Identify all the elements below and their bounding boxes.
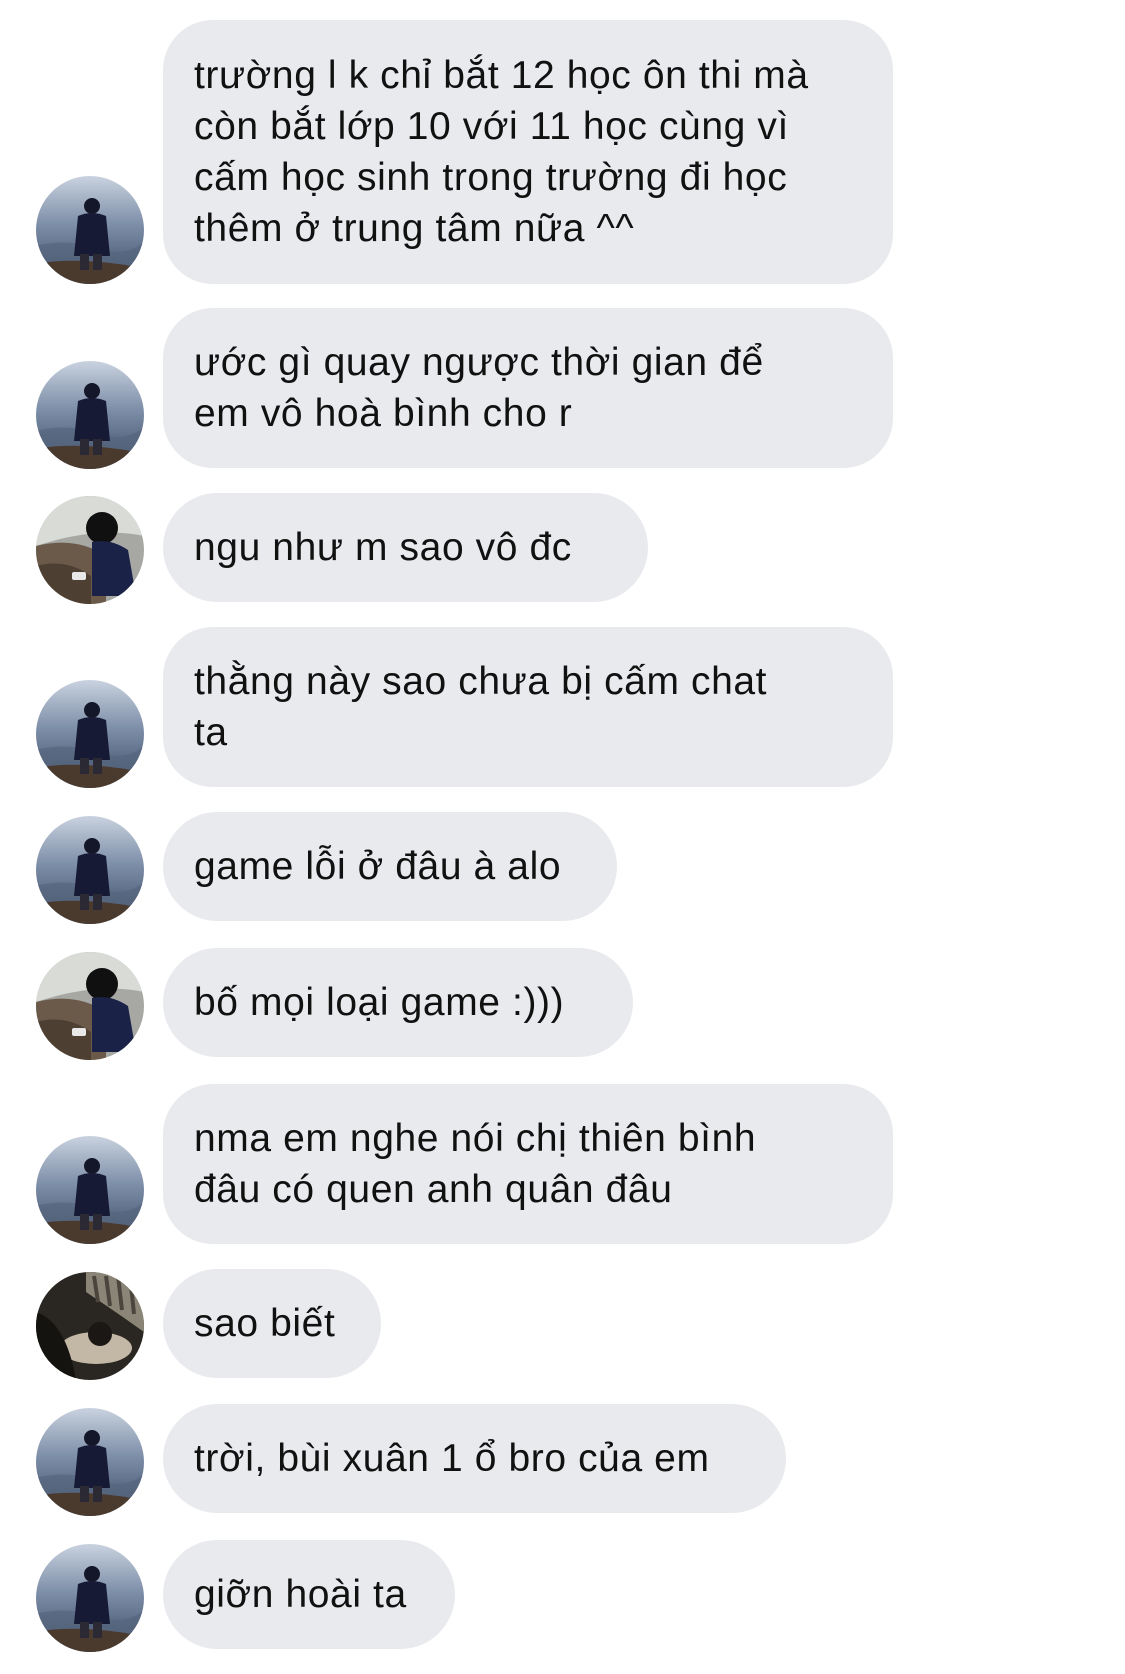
sea-standing-avatar[interactable] — [36, 176, 144, 284]
message-text: giỡn hoài ta — [194, 1573, 407, 1616]
message-text: game lỗi ở đâu à alo — [194, 845, 562, 888]
avatar-image — [36, 1136, 144, 1244]
avatar-image — [36, 1408, 144, 1516]
sea-standing-avatar[interactable] — [36, 1408, 144, 1516]
sea-standing-avatar[interactable] — [36, 1544, 144, 1652]
avatar-image — [36, 361, 144, 469]
message-text: bố mọi loại game :))) — [194, 981, 565, 1024]
sea-standing-avatar[interactable] — [36, 680, 144, 788]
dark-sleeping-avatar[interactable] — [36, 1272, 144, 1380]
sea-standing-avatar[interactable] — [36, 1136, 144, 1244]
avatar-image — [36, 680, 144, 788]
message-bubble[interactable]: nma em nghe nói chị thiên bình đâu có qu… — [163, 1084, 893, 1244]
message-text: ngu như m sao vô đc — [194, 526, 572, 569]
message-bubble[interactable]: thằng này sao chưa bị cấm chat ta — [163, 627, 893, 787]
avatar-image — [36, 816, 144, 924]
avatar-image — [36, 496, 144, 604]
message-text: thằng này sao chưa bị cấm chat ta — [194, 660, 768, 754]
sea-standing-avatar[interactable] — [36, 816, 144, 924]
message-bubble[interactable]: trường l k chỉ bắt 12 học ôn thi mà còn … — [163, 20, 893, 284]
message-text: ước gì quay ngược thời gian để em vô hoà… — [194, 341, 764, 435]
message-bubble[interactable]: trời, bùi xuân 1 ổ bro của em — [163, 1404, 786, 1513]
avatar-image — [36, 1272, 144, 1380]
message-text: sao biết — [194, 1302, 336, 1345]
avatar-image — [36, 952, 144, 1060]
sea-standing-avatar[interactable] — [36, 361, 144, 469]
rock-sitting-avatar[interactable] — [36, 952, 144, 1060]
avatar-image — [36, 1544, 144, 1652]
message-bubble[interactable]: sao biết — [163, 1269, 381, 1378]
message-text: nma em nghe nói chị thiên bình đâu có qu… — [194, 1117, 757, 1211]
message-bubble[interactable]: giỡn hoài ta — [163, 1540, 455, 1649]
message-text: trường l k chỉ bắt 12 học ôn thi mà còn … — [194, 54, 809, 250]
avatar-image — [36, 176, 144, 284]
message-bubble[interactable]: game lỗi ở đâu à alo — [163, 812, 617, 921]
message-text: trời, bùi xuân 1 ổ bro của em — [194, 1437, 710, 1480]
message-bubble[interactable]: ngu như m sao vô đc — [163, 493, 648, 602]
message-bubble[interactable]: bố mọi loại game :))) — [163, 948, 633, 1057]
rock-sitting-avatar[interactable] — [36, 496, 144, 604]
message-bubble[interactable]: ước gì quay ngược thời gian để em vô hoà… — [163, 308, 893, 468]
